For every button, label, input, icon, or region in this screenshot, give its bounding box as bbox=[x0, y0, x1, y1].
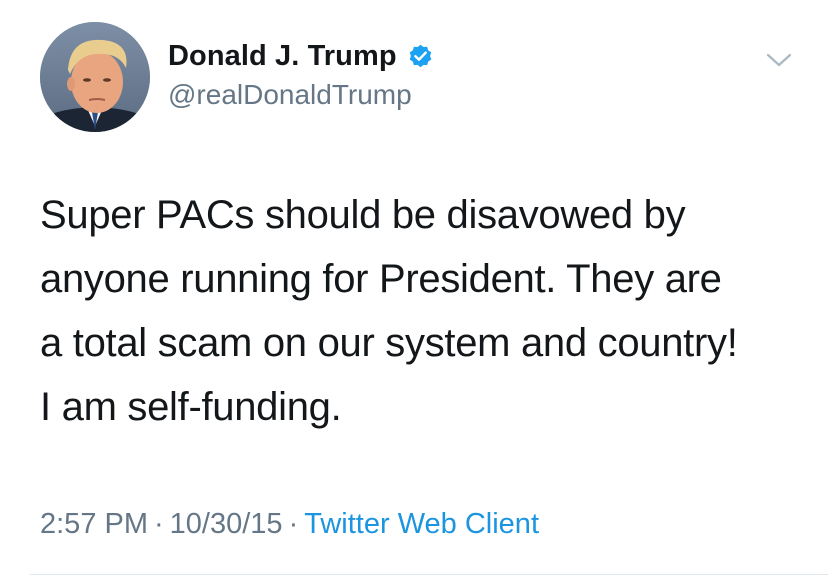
author-name-row[interactable]: Donald J. Trump bbox=[168, 38, 434, 74]
display-name[interactable]: Donald J. Trump bbox=[168, 40, 397, 73]
tweet-metadata: 2:57 PM · 10/30/15 · Twitter Web Client bbox=[40, 508, 539, 541]
author-handle[interactable]: @realDonaldTrump bbox=[168, 79, 412, 111]
separator: · bbox=[154, 508, 164, 540]
separator: · bbox=[288, 508, 299, 540]
avatar[interactable] bbox=[40, 22, 150, 132]
tweet-text: Super PACs should be disavowed by anyone… bbox=[40, 193, 738, 429]
avatar-image bbox=[40, 22, 150, 132]
tweet-date[interactable]: 10/30/15 bbox=[170, 508, 283, 540]
verified-badge-icon bbox=[407, 43, 434, 70]
divider bbox=[30, 574, 828, 575]
tweet-client-link[interactable]: Twitter Web Client bbox=[304, 508, 539, 540]
chevron-down-icon[interactable] bbox=[764, 48, 794, 72]
tweet-card: Donald J. Trump @realDonaldTrump Super P… bbox=[0, 0, 828, 577]
tweet-time[interactable]: 2:57 PM bbox=[40, 508, 148, 540]
